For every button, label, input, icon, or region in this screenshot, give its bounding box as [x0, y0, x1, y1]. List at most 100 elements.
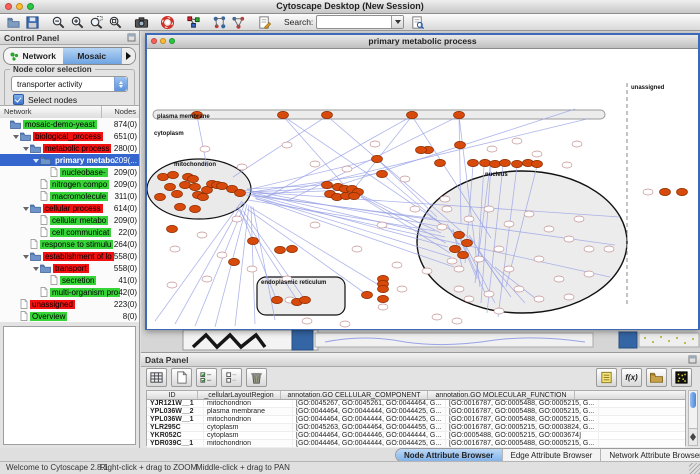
tree-row-multi-organism-pro[interactable]: multi-organism pro42(0): [0, 286, 139, 298]
network-node[interactable]: [310, 161, 320, 167]
expander-icon[interactable]: [23, 145, 30, 152]
selected-network-node[interactable]: [462, 239, 473, 246]
selected-network-node[interactable]: [454, 111, 465, 118]
scroll-up-icon[interactable]: [690, 430, 696, 437]
zoom-fit-icon[interactable]: [107, 15, 123, 30]
birdseye-view[interactable]: [3, 326, 136, 445]
notes-pad-icon[interactable]: [596, 368, 617, 387]
network-node[interactable]: [584, 271, 594, 277]
selected-network-node[interactable]: [229, 258, 240, 265]
network-node[interactable]: [342, 166, 352, 172]
network-node[interactable]: [494, 246, 504, 252]
network-node[interactable]: [554, 276, 564, 282]
selected-network-node[interactable]: [180, 181, 191, 188]
scrollbar-thumb[interactable]: [690, 392, 696, 408]
vizmapper-icon[interactable]: [185, 15, 201, 30]
network-node[interactable]: [464, 296, 474, 302]
tree-row-cellular-metabo[interactable]: cellular metabo209(0): [0, 214, 139, 226]
layout-edges-icon[interactable]: [230, 15, 246, 30]
selected-network-node[interactable]: [455, 141, 466, 148]
expander-icon[interactable]: [23, 253, 30, 260]
network-node[interactable]: [410, 206, 420, 212]
network-node[interactable]: [474, 256, 484, 262]
fx-formula-icon[interactable]: f(x): [621, 368, 642, 387]
resize-grip[interactable]: [689, 463, 700, 474]
annotation-page-icon[interactable]: [256, 15, 272, 30]
tree-row-macromolecule[interactable]: macromolecule311(0): [0, 190, 139, 202]
tree-row-unassigned[interactable]: unassigned223(0): [0, 298, 139, 310]
network-node[interactable]: [504, 266, 514, 272]
network-node[interactable]: [524, 211, 534, 217]
network-node[interactable]: [302, 318, 312, 324]
selected-network-node[interactable]: [480, 159, 491, 166]
matrix-view-icon[interactable]: [671, 368, 692, 387]
network-node[interactable]: [454, 286, 464, 292]
selected-network-node[interactable]: [300, 296, 311, 303]
selected-network-node[interactable]: [168, 171, 179, 178]
dropdown-stepper-icon[interactable]: [114, 77, 127, 91]
snapshot-camera-icon[interactable]: [133, 15, 149, 30]
select-attrs-icon[interactable]: [196, 368, 217, 387]
selected-network-node[interactable]: [235, 189, 246, 196]
selected-network-node[interactable]: [362, 291, 373, 298]
selected-network-node[interactable]: [155, 193, 166, 200]
selected-network-node[interactable]: [454, 231, 465, 238]
network-node[interactable]: [544, 226, 554, 232]
selected-network-node[interactable]: [660, 188, 671, 195]
selected-network-node[interactable]: [172, 190, 183, 197]
attr-table-icon[interactable]: [146, 368, 167, 387]
network-node[interactable]: [562, 162, 572, 168]
tab-scroll-right-icon[interactable]: [121, 48, 135, 64]
open-file-icon[interactable]: [5, 15, 21, 30]
network-node[interactable]: [504, 221, 514, 227]
network-node[interactable]: [200, 146, 210, 152]
network-node[interactable]: [564, 294, 574, 300]
table-row[interactable]: YDR039C__1mitochondrion[GO:0044464, GO:0…: [147, 440, 685, 448]
network-edge[interactable]: [377, 159, 437, 217]
tab-node-attribute-browser[interactable]: Node Attribute Browser: [396, 449, 503, 461]
float-panel-icon[interactable]: [688, 355, 697, 364]
selected-network-node[interactable]: [377, 170, 388, 177]
tree-row-primary-metabo[interactable]: primary metabo209(...: [0, 154, 139, 166]
network-node[interactable]: [352, 246, 362, 252]
table-row[interactable]: YPL036W__2plasma membrane[GO:0044464, GO…: [147, 408, 685, 416]
selected-network-node[interactable]: [468, 159, 479, 166]
selected-network-node[interactable]: [416, 146, 427, 153]
zoom-out-icon[interactable]: [50, 15, 66, 30]
network-view-titlebar[interactable]: primary metabolic process: [147, 35, 698, 49]
zoom-in-icon[interactable]: [69, 15, 85, 30]
network-edge[interactable]: [283, 116, 345, 186]
layout-nodes-icon[interactable]: [211, 15, 227, 30]
tree-row-nitrogen-compo[interactable]: nitrogen compo209(0): [0, 178, 139, 190]
selected-network-node[interactable]: [378, 295, 389, 302]
tree-row-cellular-process[interactable]: cellular process614(0): [0, 202, 139, 214]
unselect-attrs-icon[interactable]: [221, 368, 242, 387]
network-node[interactable]: [377, 222, 387, 228]
tree-row-response-to-stimulu[interactable]: response to stimulu264(0): [0, 238, 139, 250]
select-nodes-checkbox[interactable]: [13, 94, 24, 105]
selected-network-node[interactable]: [322, 111, 333, 118]
tree-row-mosaic-demo-yeast[interactable]: mosaic-demo-yeast874(0): [0, 118, 139, 130]
selected-network-node[interactable]: [407, 111, 418, 118]
search-input[interactable]: [317, 17, 391, 27]
selected-network-node[interactable]: [378, 285, 389, 292]
network-node[interactable]: [167, 282, 177, 288]
selected-network-node[interactable]: [167, 225, 178, 232]
help-lifebuoy-icon[interactable]: [159, 15, 175, 30]
network-node[interactable]: [370, 141, 380, 147]
selected-network-node[interactable]: [450, 245, 461, 252]
selected-network-node[interactable]: [278, 111, 289, 118]
selected-network-node[interactable]: [458, 251, 469, 258]
selected-network-node[interactable]: [677, 188, 688, 195]
network-edge[interactable]: [251, 194, 448, 247]
selected-network-node[interactable]: [190, 183, 201, 190]
network-node[interactable]: [464, 216, 474, 222]
expander-icon[interactable]: [13, 133, 20, 140]
tree-row-metabolic-process[interactable]: metabolic process280(0): [0, 142, 139, 154]
expander-icon[interactable]: [33, 157, 40, 164]
tab-network-attribute-browser[interactable]: Network Attribute Browser: [601, 449, 700, 461]
table-row[interactable]: YPL036W__1mitochondrion[GO:0044464, GO:0…: [147, 416, 685, 424]
column-header-1[interactable]: _cellularLayoutRegion: [198, 391, 281, 399]
column-header-0[interactable]: ID: [147, 391, 198, 399]
network-node[interactable]: [534, 256, 544, 262]
